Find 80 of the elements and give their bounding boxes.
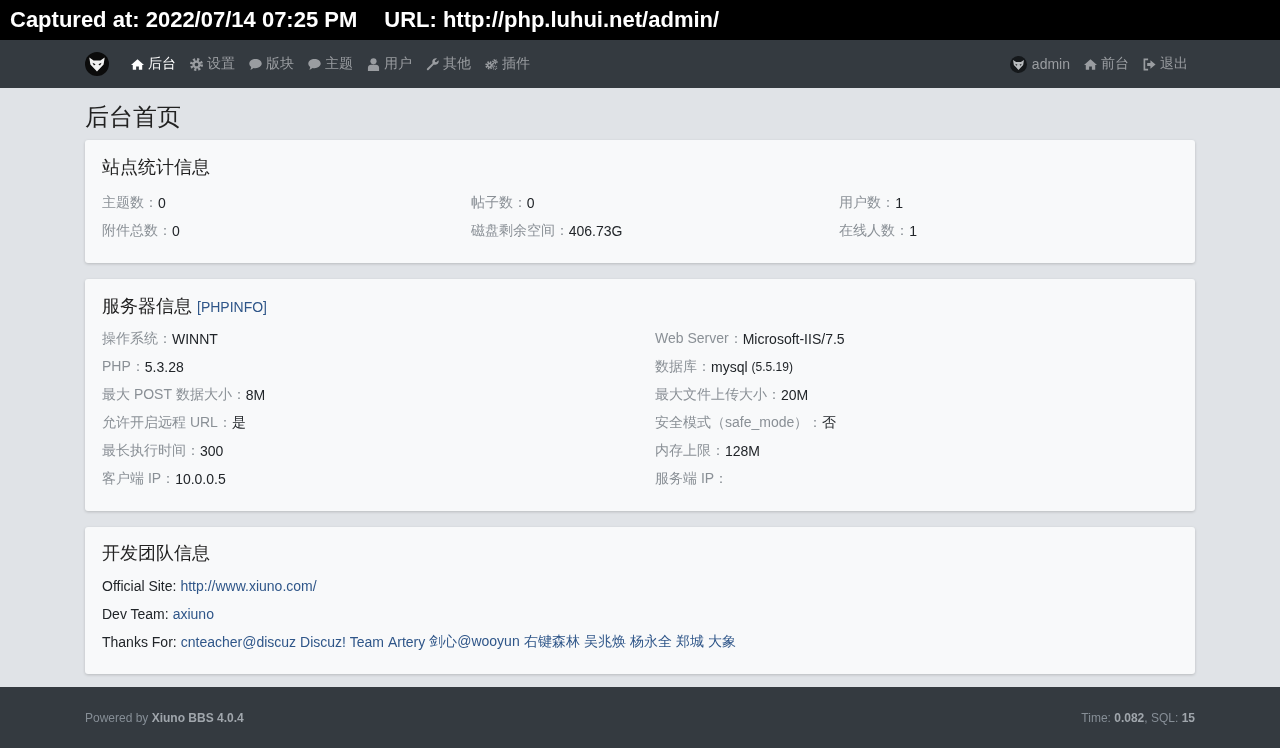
info-label: Web Server： — [655, 330, 743, 348]
team-link[interactable]: axiuno — [172, 606, 214, 622]
team-link[interactable]: http://www.xiuno.com/ — [180, 578, 317, 594]
page-title: 后台首页 — [85, 102, 182, 131]
query-stats-text: Time: 0.082, SQL: 15 — [1081, 710, 1195, 725]
wrench-icon — [426, 57, 439, 71]
user-icon — [367, 57, 380, 71]
nav-link[interactable]: 前台 — [1077, 48, 1136, 80]
info-value: 20M — [781, 387, 809, 403]
team-link[interactable]: 剑心@wooyun — [429, 633, 520, 651]
team-link[interactable]: 大象 — [707, 633, 736, 651]
team-link[interactable]: 右键森林 — [523, 633, 580, 651]
gears-icon — [485, 57, 498, 71]
version-note: (5.5.19) — [751, 360, 793, 374]
card-title: 开发团队信息 — [102, 542, 210, 564]
info-value: 5.3.28 — [144, 359, 184, 375]
info-label: 服务端 IP： — [655, 470, 729, 488]
info-value: 10.0.0.5 — [175, 471, 226, 487]
team-link[interactable]: cnteacher@discuz — [180, 634, 297, 650]
team-link[interactable]: 郑城 — [675, 633, 704, 651]
stat-value: 1 — [895, 195, 904, 211]
stat-label: 磁盘剩余空间： — [470, 222, 569, 240]
info-label: 最长执行时间： — [102, 442, 200, 460]
team-link[interactable]: Discuz! Team — [300, 634, 384, 650]
phpinfo-link[interactable]: [PHPINFO] — [197, 296, 267, 318]
stat-value: 0 — [158, 195, 166, 211]
info-value: 128M — [725, 443, 761, 459]
info-value: mysql — [711, 359, 748, 375]
powered-by-text: Powered by Xiuno BBS 4.0.4 — [85, 710, 244, 725]
nav-link[interactable]: 插件 — [478, 48, 537, 80]
speech-bubble-icon — [249, 57, 262, 71]
team-link[interactable]: 吴兆焕 — [583, 633, 626, 651]
home-icon — [1084, 57, 1097, 71]
info-value: 8M — [245, 387, 266, 403]
info-label: PHP： — [102, 358, 145, 376]
info-value: 是 — [231, 414, 246, 432]
stat-label: 主题数： — [102, 194, 158, 212]
info-label: 允许开启远程 URL： — [102, 414, 232, 432]
nav-link[interactable]: 其他 — [419, 48, 478, 80]
stat-value: 0 — [172, 223, 180, 239]
team-label: Dev Team: — [102, 606, 169, 622]
card-title: 站点统计信息 — [102, 156, 210, 178]
nav-link[interactable]: 设置 — [183, 48, 242, 80]
info-label: 最大文件上传大小： — [655, 386, 781, 404]
team-label: Thanks For: — [102, 634, 177, 650]
nav-link[interactable]: 后台 — [124, 48, 183, 80]
info-value: Microsoft-IIS/7.5 — [742, 331, 845, 347]
sign-out-icon — [1143, 57, 1156, 71]
info-label: 客户端 IP： — [102, 470, 176, 488]
info-value: WINNT — [172, 331, 218, 347]
team-label: Official Site: — [102, 578, 177, 594]
capture-url: URL: http://php.luhui.net/admin/ — [384, 7, 720, 33]
stat-label: 附件总数： — [102, 222, 172, 240]
info-label: 安全模式（safe_mode）： — [655, 414, 823, 432]
info-label: 最大 POST 数据大小： — [102, 386, 246, 404]
stat-label: 在线人数： — [839, 222, 910, 240]
stat-value: 406.73G — [568, 223, 623, 239]
speech-bubble-icon — [308, 57, 321, 71]
team-link[interactable]: Artery — [387, 634, 426, 650]
capture-timestamp: Captured at: 2022/07/14 07:25 PM — [10, 7, 358, 33]
avatar-icon — [1009, 55, 1027, 73]
home-icon — [131, 57, 144, 71]
info-value: 300 — [200, 443, 224, 459]
info-value: 否 — [822, 414, 837, 432]
stat-value: 1 — [909, 223, 918, 239]
nav-link[interactable]: 版块 — [242, 48, 301, 80]
nav-link[interactable]: 主题 — [301, 48, 360, 80]
user-menu-link[interactable]: admin — [1002, 48, 1077, 80]
info-label: 数据库： — [655, 358, 711, 376]
stat-label: 用户数： — [839, 194, 896, 212]
nav-link[interactable]: 用户 — [360, 48, 419, 80]
team-link[interactable]: 杨永全 — [629, 633, 672, 651]
logo-icon[interactable] — [85, 52, 109, 76]
info-label: 内存上限： — [655, 442, 725, 460]
gear-icon — [190, 57, 203, 71]
info-label: 操作系统： — [102, 330, 172, 348]
nav-link[interactable]: 退出 — [1136, 48, 1195, 80]
stat-value: 0 — [526, 195, 535, 211]
stat-label: 帖子数： — [470, 194, 527, 212]
card-title: 服务器信息 — [102, 295, 192, 317]
